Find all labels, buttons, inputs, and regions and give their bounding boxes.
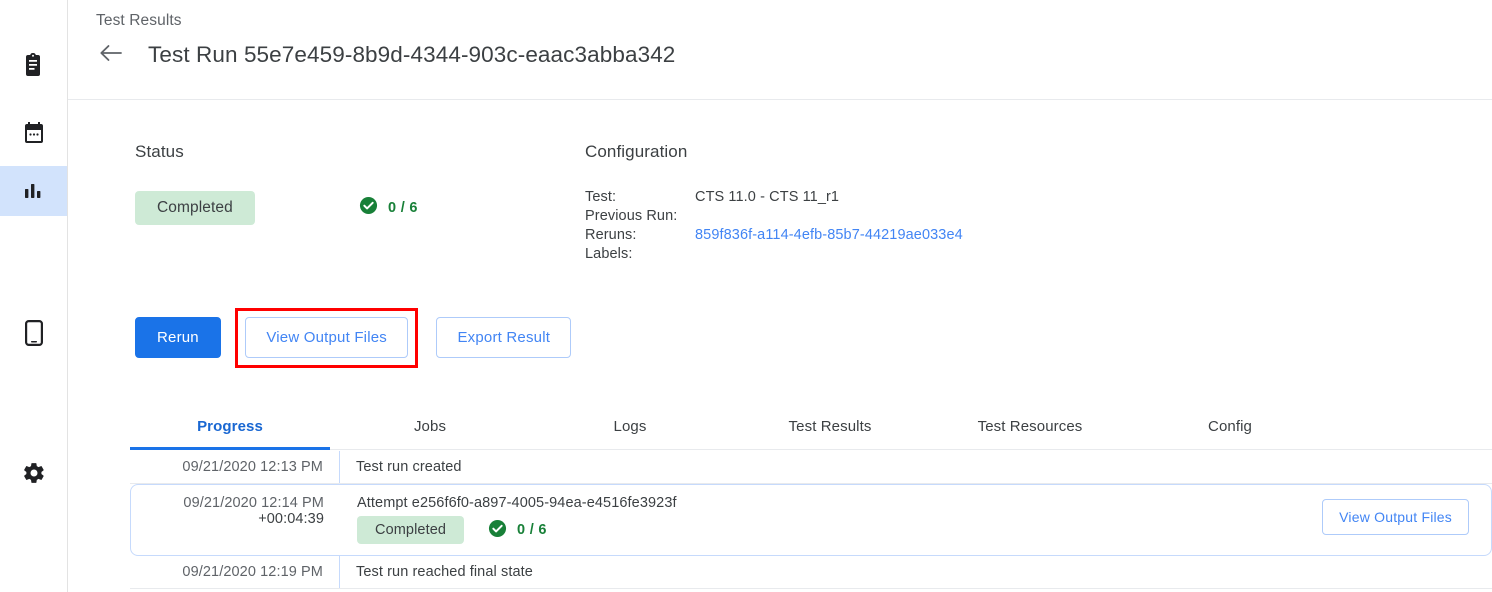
sidebar-item-test-results[interactable] [0, 166, 67, 216]
table-row[interactable]: 09/21/2020 12:19 PM Test run reached fin… [130, 556, 1492, 589]
tab-progress[interactable]: Progress [130, 402, 330, 450]
arrow-left-icon [99, 43, 123, 68]
config-value-previous-run [695, 208, 963, 227]
tab-test-results[interactable]: Test Results [730, 402, 930, 450]
row-action-cell: View Output Files [1322, 485, 1491, 535]
tab-test-resources[interactable]: Test Resources [930, 402, 1130, 450]
sidebar-item-devices[interactable] [0, 308, 67, 358]
config-key-reruns: Reruns: [585, 227, 695, 246]
tab-bar: Progress Jobs Logs Test Results Test Res… [130, 402, 1492, 450]
action-button-row: Rerun View Output Files Export Result [135, 317, 571, 368]
config-value-labels [695, 246, 963, 265]
rerun-button[interactable]: Rerun [135, 317, 221, 358]
attempt-status-badge: Completed [357, 516, 464, 544]
phone-icon [25, 320, 43, 346]
active-tab-indicator [130, 447, 330, 450]
attempt-id-label: Attempt e256f6f0-a897-4005-94ea-e4516fe3… [357, 495, 1322, 511]
sidebar-item-schedules[interactable] [0, 108, 67, 158]
row-timestamp: 09/21/2020 12:13 PM [130, 451, 339, 483]
status-heading: Status [135, 142, 184, 162]
row-text: Test run reached final state [340, 556, 1492, 588]
check-circle-icon [359, 196, 378, 220]
table-row[interactable]: 09/21/2020 12:13 PM Test run created [130, 451, 1492, 484]
page-header: Test Results Test Run 55e7e459-8b9d-4344… [68, 0, 1492, 100]
config-row-labels: Labels: [585, 246, 963, 265]
gear-icon [22, 461, 46, 485]
row-text: Test run created [340, 451, 1492, 483]
config-row-test: Test: CTS 11.0 - CTS 11_r1 [585, 189, 963, 208]
status-count-label: 0 / 6 [388, 200, 418, 216]
attempt-count: 0 / 6 [488, 519, 547, 542]
tab-logs[interactable]: Logs [530, 402, 730, 450]
config-row-reruns: Reruns: 859f836f-a114-4efb-85b7-44219ae0… [585, 227, 963, 246]
sidebar-item-settings[interactable] [0, 448, 67, 498]
progress-table: 09/21/2020 12:13 PM Test run created 09/… [130, 451, 1492, 589]
config-key-previous-run: Previous Run: [585, 208, 695, 227]
config-value-reruns-link[interactable]: 859f836f-a114-4efb-85b7-44219ae033e4 [695, 227, 963, 246]
config-key-labels: Labels: [585, 246, 695, 265]
config-key-test: Test: [585, 189, 695, 208]
table-row[interactable]: 09/21/2020 12:14 PM +00:04:39 Attempt e2… [130, 484, 1492, 556]
clipboard-icon [23, 53, 45, 77]
calendar-icon [22, 121, 46, 145]
highlight-outline: View Output Files [235, 308, 418, 368]
row-timestamp-value: 09/21/2020 12:14 PM [183, 495, 324, 511]
config-row-previous-run: Previous Run: [585, 208, 963, 227]
back-button[interactable] [96, 40, 126, 70]
status-count: 0 / 6 [359, 196, 418, 220]
left-navigation-rail [0, 0, 68, 592]
tab-jobs[interactable]: Jobs [330, 402, 530, 450]
breadcrumb: Test Results [96, 12, 182, 30]
attempt-meta: Completed 0 / 6 [357, 516, 1322, 544]
row-content: Attempt e256f6f0-a897-4005-94ea-e4516fe3… [341, 485, 1322, 544]
test-run-details-page: Test Results Test Run 55e7e459-8b9d-4344… [0, 0, 1492, 592]
configuration-table: Test: CTS 11.0 - CTS 11_r1 Previous Run:… [585, 189, 963, 265]
sidebar-item-test-plans[interactable] [0, 40, 67, 90]
bar-chart-icon [23, 180, 45, 202]
export-result-button[interactable]: Export Result [436, 317, 571, 358]
configuration-heading: Configuration [585, 142, 687, 162]
row-view-output-files-button[interactable]: View Output Files [1322, 499, 1469, 535]
view-output-files-button[interactable]: View Output Files [245, 317, 408, 358]
tab-config[interactable]: Config [1130, 402, 1330, 450]
check-circle-icon [488, 519, 507, 542]
row-timestamp: 09/21/2020 12:14 PM +00:04:39 [131, 485, 340, 527]
row-duration: +00:04:39 [131, 511, 324, 527]
page-body: Status Configuration Completed 0 / 6 Tes… [68, 101, 1492, 592]
row-timestamp: 09/21/2020 12:19 PM [130, 556, 339, 588]
attempt-count-label: 0 / 6 [517, 522, 547, 538]
title-row: Test Run 55e7e459-8b9d-4344-903c-eaac3ab… [96, 40, 675, 70]
status-badge: Completed [135, 191, 255, 225]
config-value-test: CTS 11.0 - CTS 11_r1 [695, 189, 963, 208]
page-title: Test Run 55e7e459-8b9d-4344-903c-eaac3ab… [148, 42, 675, 68]
